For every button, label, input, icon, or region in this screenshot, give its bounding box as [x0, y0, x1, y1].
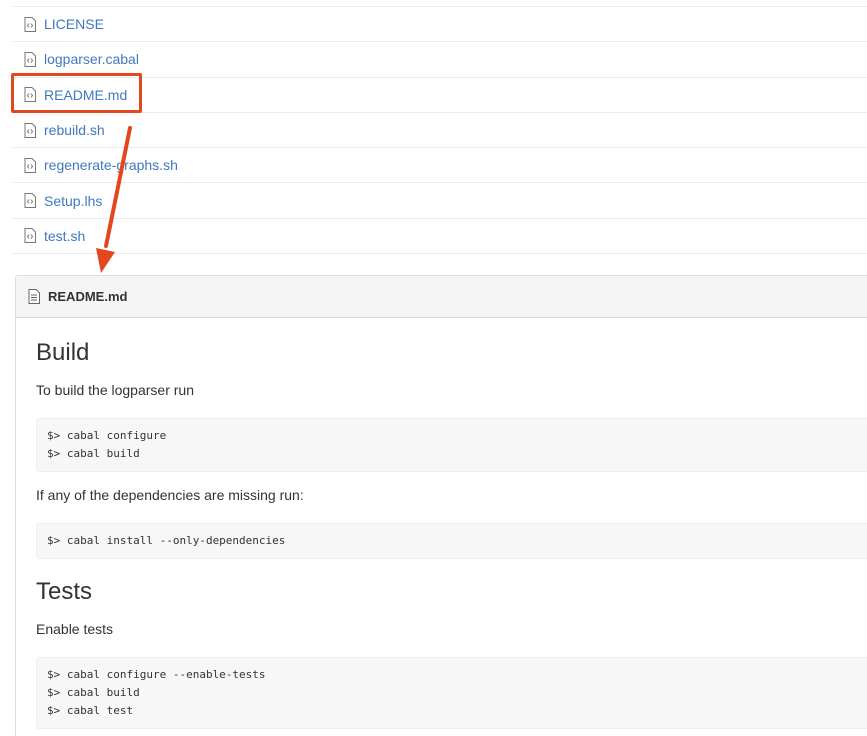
- file-code-icon: [24, 228, 36, 244]
- file-list: LICENSE logparser.cabal README.md rebuil…: [13, 6, 867, 255]
- file-row-license[interactable]: LICENSE: [13, 7, 867, 43]
- tests-heading: Tests: [36, 578, 93, 605]
- file-link[interactable]: rebuild.sh: [44, 122, 105, 138]
- file-code-icon: [24, 157, 36, 173]
- readme-highlight-box: [11, 73, 142, 113]
- tests-code-block: $> cabal configure --enable-tests $> cab…: [36, 657, 867, 729]
- file-row-test-sh[interactable]: test.sh: [13, 219, 867, 255]
- missing-deps-text: If any of the dependencies are missing r…: [36, 487, 304, 503]
- file-link[interactable]: Setup.lhs: [44, 193, 102, 209]
- code-line: $> cabal build: [47, 686, 140, 699]
- code-line: $> cabal test: [47, 704, 134, 717]
- file-link[interactable]: test.sh: [44, 228, 85, 244]
- build-text: To build the logparser run: [36, 382, 194, 398]
- install-code-block: $> cabal install --only-dependencies: [36, 523, 867, 559]
- book-icon: [28, 289, 40, 304]
- code-line: $> cabal configure --enable-tests: [47, 668, 266, 681]
- file-link[interactable]: logparser.cabal: [44, 51, 139, 67]
- build-code-block: $> cabal configure $> cabal build: [36, 418, 867, 472]
- file-row-logparser-cabal[interactable]: logparser.cabal: [13, 42, 867, 78]
- file-row-regenerate-graphs-sh[interactable]: regenerate-graphs.sh: [13, 148, 867, 184]
- file-code-icon: [24, 122, 36, 138]
- file-code-icon: [24, 51, 36, 67]
- file-link[interactable]: LICENSE: [44, 16, 104, 32]
- file-code-icon: [24, 193, 36, 209]
- build-heading: Build: [36, 339, 90, 366]
- file-code-icon: [24, 16, 36, 32]
- readme-title: README.md: [48, 289, 128, 304]
- readme-body: Build To build the logparser run $> caba…: [16, 338, 867, 729]
- tests-text: Enable tests: [36, 621, 114, 637]
- file-row-setup-lhs[interactable]: Setup.lhs: [13, 183, 867, 219]
- code-line: $> cabal build: [47, 447, 140, 460]
- readme-header: README.md: [16, 276, 867, 318]
- code-line: $> cabal install --only-dependencies: [47, 534, 286, 547]
- file-row-rebuild-sh[interactable]: rebuild.sh: [13, 113, 867, 149]
- file-link[interactable]: regenerate-graphs.sh: [44, 157, 178, 173]
- code-line: $> cabal configure: [47, 429, 167, 442]
- readme-panel: README.md Build To build the logparser r…: [15, 275, 867, 736]
